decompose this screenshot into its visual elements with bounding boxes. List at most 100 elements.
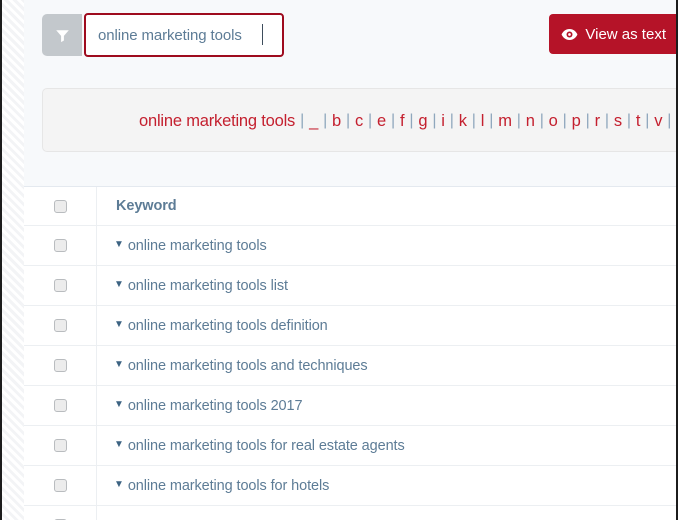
alphabet-separator: | [489, 112, 494, 129]
alphabet-separator: | [346, 112, 350, 129]
alphabet-separator: | [300, 112, 305, 129]
view-as-text-label: View as text [585, 25, 666, 43]
row-select-cell [24, 306, 97, 345]
eye-icon [561, 28, 578, 41]
select-all-cell [24, 187, 97, 225]
alphabet-letter-p[interactable]: p [572, 112, 581, 131]
alphabet-separator: | [667, 112, 672, 129]
search-bar [42, 13, 284, 57]
alphabet-letter-g[interactable]: g [418, 112, 427, 131]
expand-triangle-icon[interactable]: ▼ [114, 479, 124, 490]
table-row[interactable] [24, 506, 676, 520]
keyword-text[interactable]: online marketing tools and techniques [128, 358, 368, 374]
alphabet-separator: | [391, 112, 395, 129]
alphabet-separator: | [368, 112, 373, 129]
keyword-text[interactable]: online marketing tools 2017 [128, 398, 303, 414]
keyword-cell: ▼ online marketing tools [97, 226, 676, 265]
row-select-checkbox[interactable] [53, 479, 67, 492]
column-header-keyword[interactable]: Keyword [97, 187, 676, 225]
search-panel: View as text online marketing tools|_|b|… [24, 0, 676, 187]
alphabet-filter-list: online marketing tools | _ | b | c | e | f | g | i | k | l… [139, 89, 676, 151]
alphabet-separator: | [585, 112, 590, 129]
table-header-row: Keyword [24, 187, 676, 226]
keyword-cell: ▼ online marketing tools 2017 [97, 386, 676, 425]
text-caret [262, 24, 263, 45]
row-select-checkbox[interactable] [53, 279, 67, 292]
alphabet-letter-m[interactable]: m [498, 112, 512, 131]
column-header-keyword-label: Keyword [116, 198, 177, 214]
row-select-checkbox[interactable] [53, 239, 67, 252]
search-input-wrap [84, 13, 284, 57]
alphabet-separator: | [604, 112, 609, 129]
keyword-cell: ▼ online marketing tools list [97, 266, 676, 305]
alphabet-letter-c[interactable]: c [355, 112, 363, 131]
alphabet-letter-e[interactable]: e [377, 112, 386, 131]
page-content: View as text online marketing tools|_|b|… [24, 0, 676, 520]
alphabet-letter-t[interactable]: t [636, 112, 641, 131]
row-select-checkbox[interactable] [53, 399, 67, 412]
keyword-cell: ▼ online marketing tools definition [97, 306, 676, 345]
table-row[interactable]: ▼ online marketing tools and techniques [24, 346, 676, 386]
expand-triangle-icon[interactable]: ▼ [114, 359, 124, 370]
expand-triangle-icon[interactable]: ▼ [114, 239, 124, 250]
row-select-cell [24, 226, 97, 265]
alphabet-letter-i[interactable]: i [441, 112, 445, 131]
keyword-table: Keyword ▼ online marketing tools ▼ online m… [24, 187, 676, 520]
keyword-cell: ▼ online marketing tools for real estate … [97, 426, 676, 465]
row-select-checkbox[interactable] [53, 439, 67, 452]
row-select-cell [24, 426, 97, 465]
left-gutter-strip [2, 0, 24, 520]
keyword-cell: ▼ online marketing tools and techniques [97, 346, 676, 385]
keyword-cell [97, 506, 676, 520]
table-row[interactable]: ▼ online marketing tools [24, 226, 676, 266]
alphabet-letter-l[interactable]: l [481, 112, 485, 131]
row-select-cell [24, 466, 97, 505]
row-select-cell [24, 266, 97, 305]
alphabet-letter-underscore[interactable]: _ [309, 112, 318, 131]
keyword-text[interactable]: online marketing tools for real estate a… [128, 438, 405, 454]
table-row[interactable]: ▼ online marketing tools for real estate … [24, 426, 676, 466]
table-row[interactable]: ▼ online marketing tools definition [24, 306, 676, 346]
row-select-cell [24, 346, 97, 385]
table-body: ▼ online marketing tools ▼ online marketing… [24, 226, 676, 520]
alphabet-separator: | [562, 112, 567, 129]
view-as-text-button[interactable]: View as text [549, 14, 676, 54]
alphabet-letter-b[interactable]: b [332, 112, 341, 131]
alphabet-letter-r[interactable]: r [595, 112, 601, 131]
alphabet-letter-n[interactable]: n [526, 112, 535, 131]
select-all-checkbox[interactable] [53, 199, 67, 213]
filter-funnel-icon [54, 27, 71, 44]
alphabet-separator: | [626, 112, 631, 129]
row-select-checkbox[interactable] [53, 319, 67, 332]
keyword-text[interactable]: online marketing tools definition [128, 318, 328, 334]
alphabet-separator: | [449, 112, 454, 129]
table-row[interactable]: ▼ online marketing tools list [24, 266, 676, 306]
row-select-cell [24, 386, 97, 425]
alphabet-separator: | [471, 112, 476, 129]
expand-triangle-icon[interactable]: ▼ [114, 279, 124, 290]
alphabet-letter-k[interactable]: k [459, 112, 467, 131]
expand-triangle-icon[interactable]: ▼ [114, 319, 124, 330]
expand-triangle-icon[interactable]: ▼ [114, 399, 124, 410]
app-viewport: View as text online marketing tools|_|b|… [0, 0, 678, 520]
expand-triangle-icon[interactable]: ▼ [114, 439, 124, 450]
alphabet-filter-box: online marketing tools | _ | b | c | e | f | g | i | k | l… [42, 88, 676, 152]
alphabet-separator: | [516, 112, 521, 129]
filter-button[interactable] [42, 14, 82, 56]
alphabet-letter-s[interactable]: s [614, 112, 622, 131]
alphabet-separator: | [645, 112, 650, 129]
keyword-text[interactable]: online marketing tools list [128, 278, 288, 294]
alphabet-separator: | [409, 112, 414, 129]
table-row[interactable]: ▼ online marketing tools for hotels [24, 466, 676, 506]
search-input[interactable] [84, 13, 284, 57]
alphabet-separator: | [539, 112, 544, 129]
row-select-cell [24, 506, 97, 520]
keyword-text[interactable]: online marketing tools [128, 238, 267, 254]
row-select-checkbox[interactable] [53, 359, 67, 372]
alphabet-bar-keyword: online marketing tools [139, 111, 296, 130]
alphabet-letter-o[interactable]: o [549, 112, 558, 131]
alphabet-letter-v[interactable]: v [654, 112, 662, 131]
keyword-text[interactable]: online marketing tools for hotels [128, 478, 330, 494]
table-row[interactable]: ▼ online marketing tools 2017 [24, 386, 676, 426]
alphabet-letter-f[interactable]: f [400, 112, 405, 131]
